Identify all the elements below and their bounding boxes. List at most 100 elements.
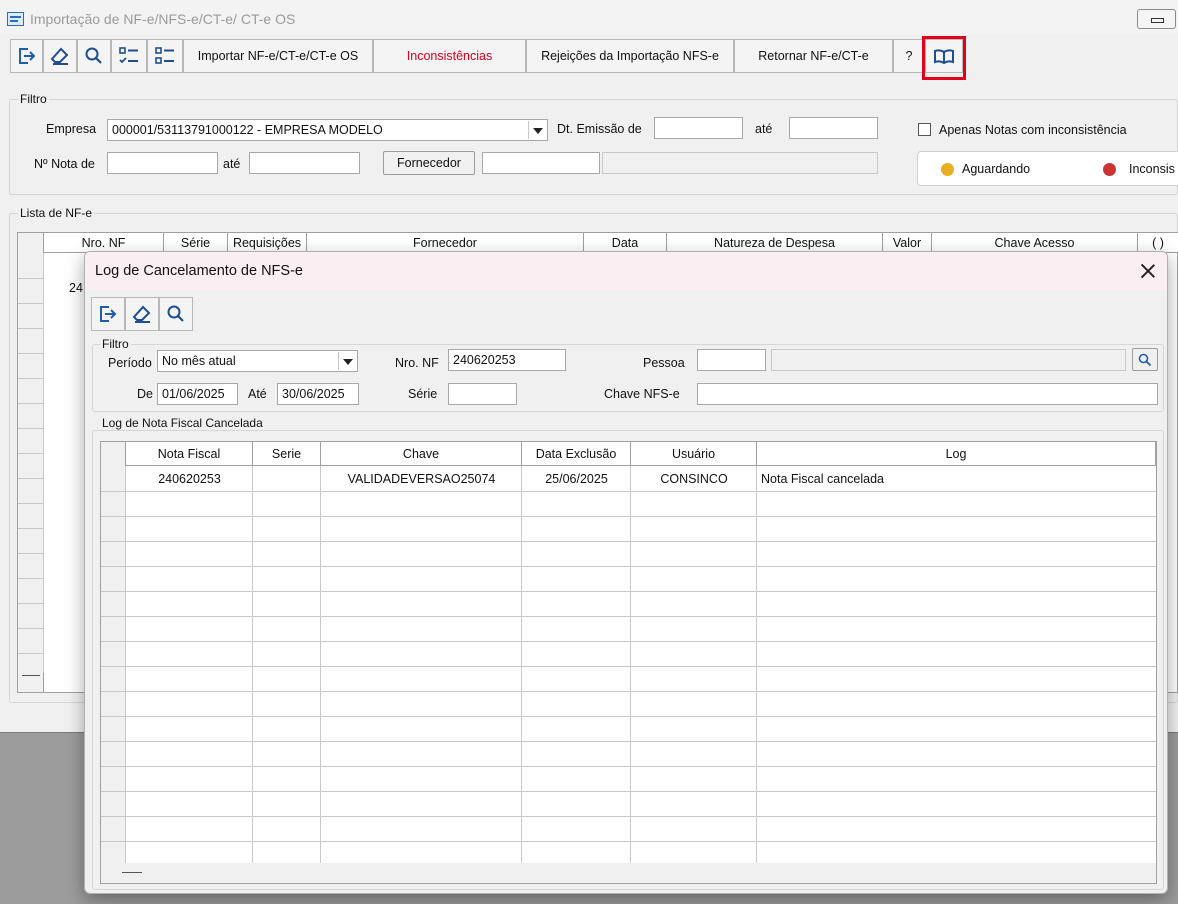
highlight-box bbox=[922, 36, 966, 80]
grid-row-line bbox=[18, 503, 44, 504]
search-button[interactable] bbox=[77, 39, 111, 73]
periodo-label: Período bbox=[108, 356, 152, 370]
grid-row-line bbox=[18, 478, 44, 479]
aguardando-label: Aguardando bbox=[962, 162, 1031, 176]
log-row-line bbox=[101, 541, 1156, 542]
deselect-all-button[interactable] bbox=[147, 39, 183, 73]
log-col-line bbox=[521, 466, 522, 863]
help-button[interactable]: ? bbox=[893, 39, 925, 73]
pessoa-label: Pessoa bbox=[643, 356, 685, 370]
dt-emissao-de-input[interactable] bbox=[654, 117, 743, 139]
eraser-icon bbox=[132, 305, 151, 323]
close-icon[interactable] bbox=[1140, 263, 1156, 279]
app-icon bbox=[7, 12, 24, 26]
main-titlebar: Importação de NF-e/NFS-e/CT-e/ CT-e OS bbox=[0, 0, 1178, 34]
chave-input[interactable] bbox=[697, 383, 1158, 405]
log-row-line bbox=[101, 841, 1156, 842]
log-row-line bbox=[101, 691, 1156, 692]
grid-row-line bbox=[18, 303, 44, 304]
fornecedor-code-input[interactable] bbox=[482, 152, 600, 174]
lista-title: Lista de NF-e bbox=[18, 206, 95, 220]
col-log[interactable]: Log bbox=[757, 442, 1156, 466]
grid-row-line bbox=[18, 428, 44, 429]
exit-button[interactable] bbox=[10, 39, 43, 73]
nota-ate-input[interactable] bbox=[249, 152, 360, 174]
select-all-button[interactable] bbox=[111, 39, 147, 73]
log-row-line bbox=[101, 566, 1156, 567]
grid-scroll-indicator bbox=[22, 675, 40, 676]
log-row-line bbox=[101, 641, 1156, 642]
col-nro-nf[interactable]: Nro. NF bbox=[44, 233, 164, 253]
fornecedor-button[interactable]: Fornecedor bbox=[383, 151, 475, 175]
cell-usuario: CONSINCO bbox=[660, 472, 728, 486]
inconsistencias-button[interactable]: Inconsistências bbox=[373, 39, 526, 73]
cell-log: Nota Fiscal cancelada bbox=[761, 472, 884, 486]
dialog-exit-button[interactable] bbox=[91, 297, 125, 331]
dialog-filtro-title: Filtro bbox=[100, 337, 131, 351]
nota-de-input[interactable] bbox=[107, 152, 218, 174]
col-chave[interactable]: Chave Acesso bbox=[932, 233, 1138, 253]
grid-row-line bbox=[18, 403, 44, 404]
chevron-down-icon[interactable] bbox=[528, 121, 546, 139]
grid-row-line bbox=[18, 453, 44, 454]
cell-data-exclusao: 25/06/2025 bbox=[545, 472, 608, 486]
dt-emissao-label: Dt. Emissão de bbox=[557, 122, 642, 136]
col-fornecedor[interactable]: Fornecedor bbox=[307, 233, 584, 253]
dialog-search-button[interactable] bbox=[159, 297, 193, 331]
col-serie[interactable]: Série bbox=[164, 233, 228, 253]
pessoa-code-input[interactable] bbox=[697, 349, 766, 371]
periodo-select[interactable]: No mês atual bbox=[157, 350, 358, 372]
log-col-line bbox=[630, 466, 631, 863]
import-button[interactable]: Importar NF-e/CT-e/CT-e OS bbox=[183, 39, 373, 73]
grid-row-line bbox=[18, 553, 44, 554]
first-row-nro-nf: 24 bbox=[69, 281, 83, 295]
log-table-footer bbox=[101, 863, 1156, 883]
serie-label: Série bbox=[408, 387, 438, 401]
apenas-inconsistencia-checkbox[interactable] bbox=[918, 123, 931, 136]
retornar-button[interactable]: Retornar NF-e/CT-e bbox=[734, 39, 893, 73]
col-valor[interactable]: Valor bbox=[883, 233, 932, 253]
de-input[interactable]: 01/06/2025 bbox=[157, 383, 238, 405]
col-nota-fiscal[interactable]: Nota Fiscal bbox=[126, 442, 253, 466]
col-extra[interactable]: ( ) bbox=[1138, 233, 1178, 253]
col-natureza[interactable]: Natureza de Despesa bbox=[667, 233, 883, 253]
cell-serie bbox=[253, 467, 321, 492]
search-icon bbox=[85, 47, 102, 64]
status-legend: Aguardando Inconsis bbox=[917, 151, 1178, 186]
chevron-down-icon[interactable] bbox=[338, 352, 356, 370]
grid-row-line bbox=[18, 278, 44, 279]
col-usuario[interactable]: Usuário bbox=[631, 442, 757, 466]
ate-input[interactable]: 30/06/2025 bbox=[277, 383, 359, 405]
nro-nf-input[interactable]: 240620253 bbox=[448, 349, 566, 371]
inconsistencia-dot bbox=[1103, 163, 1116, 176]
filtro-title: Filtro bbox=[18, 92, 49, 106]
rejeicoes-button[interactable]: Rejeições da Importação NFS-e bbox=[526, 39, 734, 73]
dialog-titlebar: Log de Cancelamento de NFS-e bbox=[85, 252, 1167, 290]
pessoa-search-button[interactable] bbox=[1132, 348, 1158, 371]
col-serie[interactable]: Serie bbox=[253, 442, 321, 466]
log-row-line bbox=[101, 716, 1156, 717]
pessoa-name-field bbox=[771, 349, 1126, 371]
serie-input[interactable] bbox=[448, 383, 517, 405]
clear-button[interactable] bbox=[43, 39, 77, 73]
search-icon bbox=[1138, 353, 1152, 367]
log-row-line bbox=[101, 791, 1156, 792]
restore-button[interactable] bbox=[1137, 9, 1176, 29]
col-requisicoes[interactable]: Requisições bbox=[228, 233, 307, 253]
log-table[interactable]: Nota Fiscal Serie Chave Data Exclusão Us… bbox=[100, 441, 1157, 884]
chave-label: Chave NFS-e bbox=[604, 387, 680, 401]
dialog-clear-button[interactable] bbox=[125, 297, 159, 331]
dt-emissao-ate-label: até bbox=[755, 122, 773, 136]
cell-nota-fiscal: 240620253 bbox=[158, 472, 221, 486]
aguardando-dot bbox=[941, 163, 954, 176]
empresa-select[interactable]: 000001/53113791000122 - EMPRESA MODELO bbox=[107, 119, 548, 141]
grid-row-line bbox=[18, 603, 44, 604]
nota-de-label: Nº Nota de bbox=[34, 157, 95, 171]
col-data-exclusao[interactable]: Data Exclusão bbox=[522, 442, 631, 466]
col-data[interactable]: Data bbox=[584, 233, 667, 253]
empresa-value: 000001/53113791000122 - EMPRESA MODELO bbox=[112, 123, 383, 137]
dt-emissao-ate-input[interactable] bbox=[789, 117, 878, 139]
search-icon bbox=[167, 305, 184, 322]
empresa-label: Empresa bbox=[46, 122, 97, 136]
col-chave[interactable]: Chave bbox=[321, 442, 522, 466]
